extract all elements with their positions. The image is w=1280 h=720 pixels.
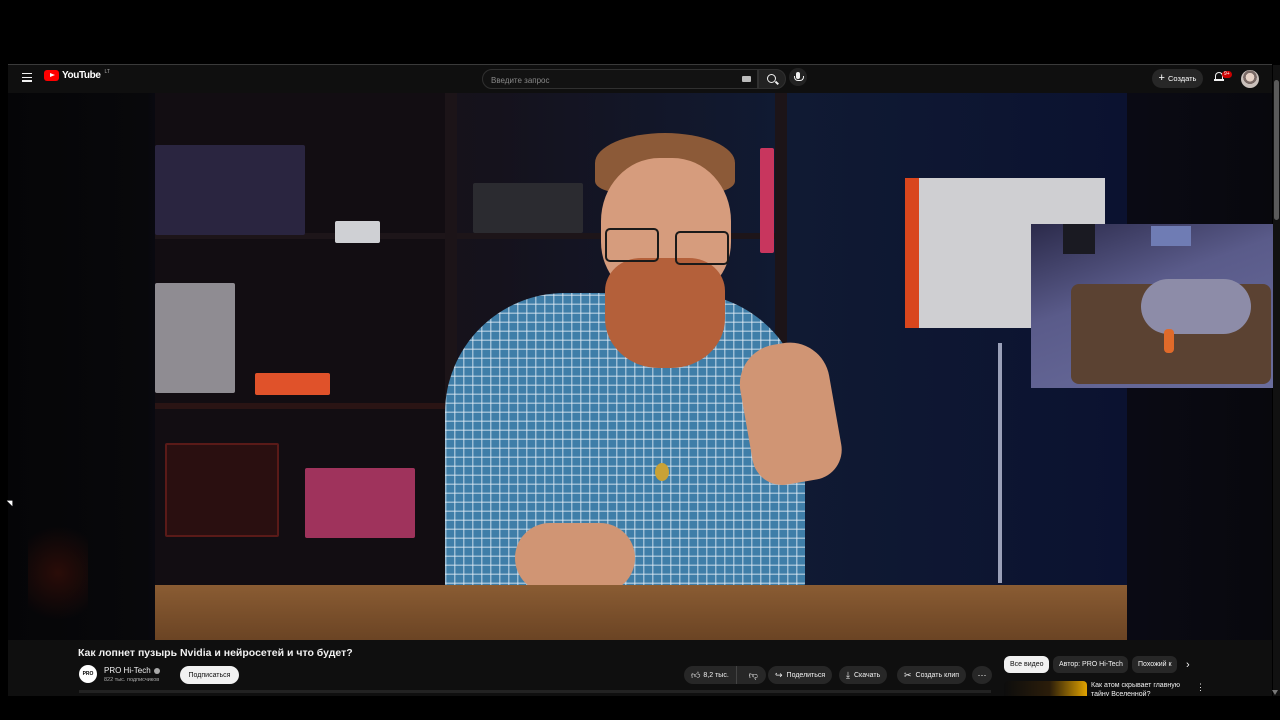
create-label: Создать: [1167, 74, 1197, 83]
download-label: Скачать: [853, 671, 881, 679]
scroll-down-arrow-icon[interactable]: [1272, 690, 1278, 695]
lamp-stand: [998, 343, 1002, 583]
video-title: Как лопнет пузырь Nvidia и нейросетей и …: [78, 647, 353, 659]
glasses: [675, 231, 729, 265]
thumbs-up-icon: 👍︎: [691, 669, 701, 680]
thumbs-down-icon: 👎︎: [748, 669, 758, 680]
video-frame[interactable]: [155, 93, 1127, 640]
channel-name-link[interactable]: PRO Hi-Tech: [104, 666, 151, 675]
scissors-icon: ✂: [904, 669, 912, 680]
account-avatar[interactable]: [1241, 70, 1259, 88]
voice-search-button[interactable]: [789, 68, 807, 86]
presenter-hand-table: [515, 523, 635, 593]
wall-frame: [1063, 224, 1095, 254]
wall-picture: [1151, 226, 1191, 246]
logo-text: YouTube: [62, 70, 101, 81]
keyboard-icon[interactable]: [742, 76, 751, 82]
verified-icon: [153, 667, 160, 674]
subscriber-count: 822 тыс. подписчиков: [104, 677, 160, 683]
presenter-beard: [605, 258, 725, 368]
shelf-box: [155, 145, 305, 235]
scrollbar-thumb[interactable]: [1274, 80, 1279, 220]
youtube-play-icon: [44, 70, 59, 81]
like-dislike-group: 👍︎ 8,2 тыс. 👎︎: [684, 666, 766, 684]
shelf-box: [165, 443, 279, 537]
plus-icon: +: [1158, 72, 1165, 84]
chevron-right-icon[interactable]: ›: [1186, 659, 1190, 671]
shelf-box: [305, 468, 415, 538]
subscribe-button[interactable]: Подписаться: [180, 666, 239, 684]
chip-author[interactable]: Автор: PRO Hi-Tech: [1053, 656, 1128, 673]
like-count: 8,2 тыс.: [703, 671, 729, 679]
dislike-button[interactable]: 👎︎: [741, 666, 766, 684]
pip-overlay[interactable]: [1031, 224, 1280, 388]
country-code: LT: [104, 69, 110, 75]
socks: [1164, 329, 1174, 353]
recommendation-menu-icon[interactable]: ⋮: [1196, 682, 1205, 693]
share-label: Поделиться: [786, 671, 826, 679]
search-input[interactable]: [491, 74, 721, 86]
glasses: [605, 228, 659, 262]
like-button[interactable]: 👍︎ 8,2 тыс.: [684, 666, 737, 684]
desk: [155, 585, 1127, 640]
channel-avatar[interactable]: PRO: [79, 665, 97, 683]
more-actions-button[interactable]: ⋯: [972, 666, 992, 684]
youtube-logo[interactable]: YouTube LT: [44, 69, 110, 81]
description-box-edge: [79, 690, 991, 693]
share-button[interactable]: ↪ Поделиться: [768, 666, 833, 684]
menu-icon[interactable]: [22, 73, 32, 82]
share-icon: ↪: [775, 669, 783, 680]
clip-button[interactable]: ✂ Создать клип: [897, 666, 967, 684]
sleeping-person: [1141, 279, 1251, 334]
search-box[interactable]: [482, 69, 758, 89]
channel-avatar-text: PRO: [82, 671, 94, 677]
create-button[interactable]: + Создать: [1152, 69, 1203, 88]
book: [760, 148, 774, 253]
shelf-device: [473, 183, 583, 233]
pendant: [655, 463, 669, 481]
notification-badge: 9+: [1222, 71, 1232, 78]
download-button[interactable]: ⤓ Скачать: [839, 666, 888, 684]
top-black-band: [0, 0, 1280, 64]
shelf-box: [335, 221, 380, 243]
chip-all-videos[interactable]: Все видео: [1004, 656, 1049, 673]
channel-name[interactable]: PRO Hi-Tech: [104, 666, 160, 675]
record-player: [155, 283, 235, 393]
masthead: YouTube LT + Создать 9+: [8, 65, 1280, 93]
recommendation-thumbnail[interactable]: [1004, 681, 1087, 696]
chip-related[interactable]: Похожий к: [1132, 656, 1177, 673]
clip-label: Создать клип: [915, 671, 960, 679]
shelf-box: [255, 373, 330, 395]
ambient-glow: [28, 513, 88, 633]
recommendation-title[interactable]: Как атом скрывает главную тайну Вселенно…: [1091, 682, 1189, 696]
download-icon: ⤓: [846, 669, 850, 680]
search-icon: [767, 74, 776, 83]
search-button[interactable]: [758, 69, 786, 89]
